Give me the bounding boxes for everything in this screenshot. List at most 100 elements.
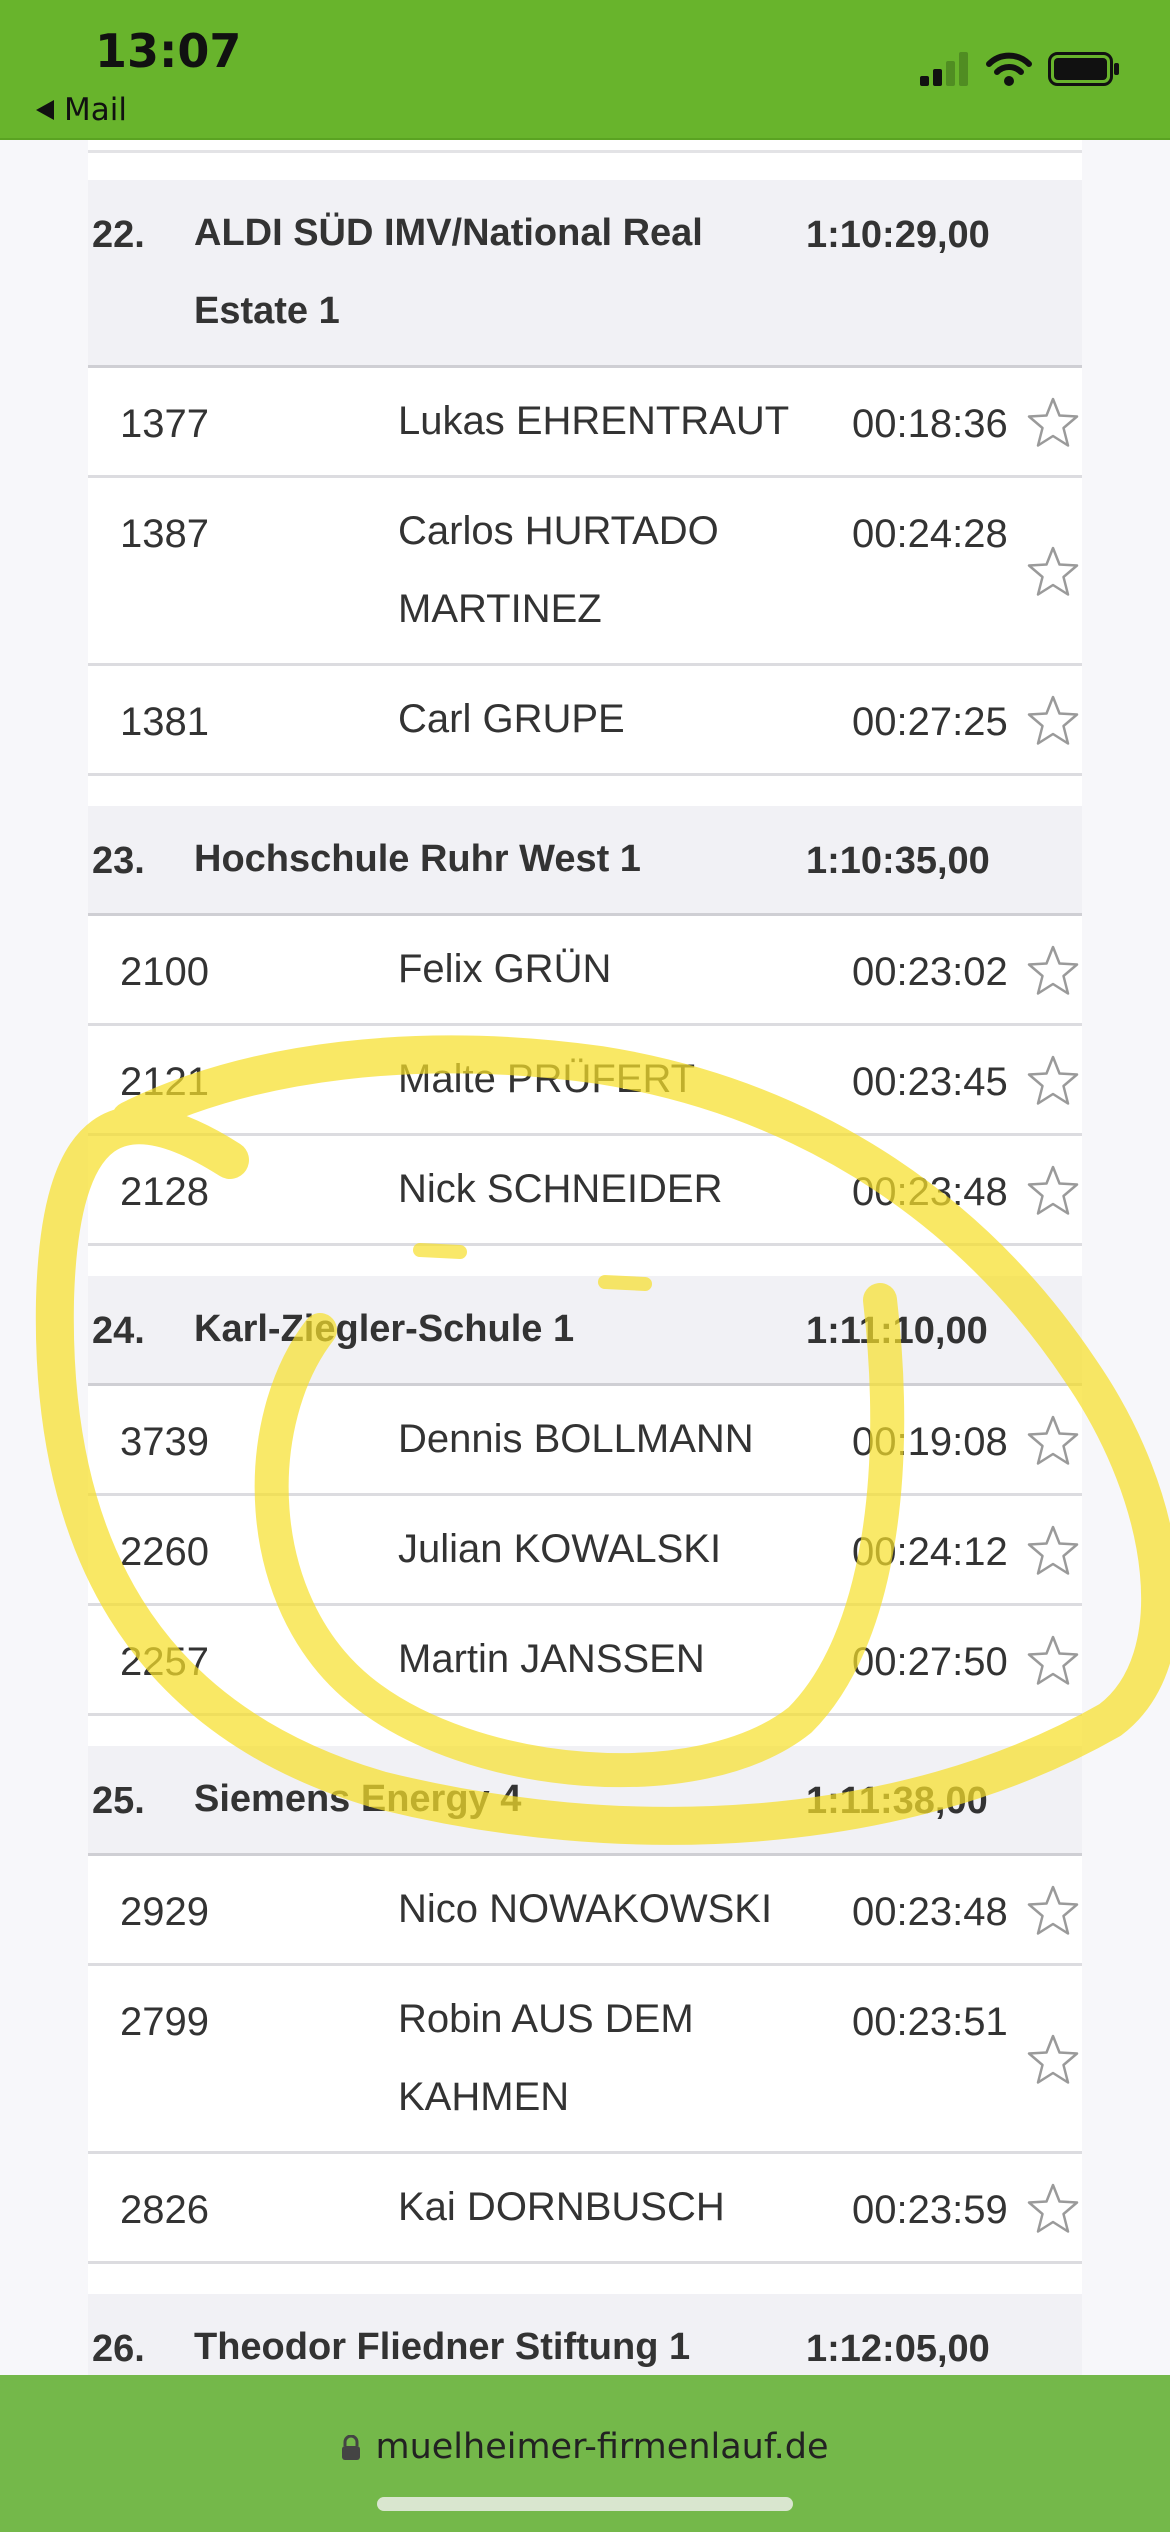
status-icons: [920, 52, 1120, 86]
runner-bib-number: 1387: [120, 512, 209, 556]
team-rank: 22.: [92, 214, 145, 256]
runner-name: Robin AUS DEM KAHMEN: [398, 1997, 694, 2119]
runner-name: Carlos HURTADO MARTINEZ: [398, 509, 719, 631]
team-rank: 24.: [92, 1310, 145, 1352]
runner-time: 00:23:45: [852, 1060, 1008, 1104]
runner-name: Felix GRÜN: [398, 947, 612, 991]
runner-row[interactable]: 1387 Carlos HURTADO MARTINEZ 00:24:28: [88, 478, 1082, 666]
favorite-star-icon[interactable]: [1026, 1524, 1080, 1578]
team-block: 26. Theodor Fliedner Stiftung 1 1:12:05,00: [88, 2294, 1082, 2375]
runner-time: 00:18:36: [852, 402, 1008, 446]
runner-row[interactable]: 2100 Felix GRÜN 00:23:02: [88, 916, 1082, 1026]
team-total-time: 1:11:38,00: [806, 1780, 988, 1822]
team-rank: 23.: [92, 840, 145, 882]
runner-row[interactable]: 2128 Nick SCHNEIDER 00:23:48: [88, 1136, 1082, 1246]
divider: [88, 150, 1082, 153]
team-header[interactable]: 26. Theodor Fliedner Stiftung 1 1:12:05,00: [88, 2294, 1082, 2375]
team-total-time: 1:12:05,00: [806, 2328, 990, 2370]
runner-name: Nico NOWAKOWSKI: [398, 1887, 773, 1931]
favorite-star-icon[interactable]: [1026, 2182, 1080, 2236]
runner-time: 00:23:48: [852, 1170, 1008, 1214]
runner-time: 00:19:08: [852, 1420, 1008, 1464]
battery-icon: [1048, 52, 1119, 86]
runner-bib-number: 2257: [120, 1640, 209, 1684]
runner-time: 00:23:51: [852, 2000, 1008, 2044]
runner-name: Lukas EHRENTRAUT: [398, 399, 790, 443]
team-name: Karl-Ziegler-Schule 1: [194, 1308, 575, 1350]
runner-bib-number: 2826: [120, 2188, 209, 2232]
runner-time: 00:23:02: [852, 950, 1008, 994]
url-text: muelheimer-firmenlauf.de: [375, 2427, 829, 2467]
favorite-star-icon[interactable]: [1026, 1884, 1080, 1938]
wifi-icon: [986, 52, 1032, 86]
team-total-time: 1:10:35,00: [806, 840, 990, 882]
favorite-star-icon[interactable]: [1026, 545, 1080, 599]
back-to-mail-button[interactable]: Mail: [36, 92, 127, 128]
team-total-time: 1:11:10,00: [806, 1310, 988, 1352]
runner-row[interactable]: 1377 Lukas EHRENTRAUT 00:18:36: [88, 368, 1082, 478]
runner-time: 00:27:25: [852, 700, 1008, 744]
runner-name: Kai DORNBUSCH: [398, 2185, 725, 2229]
back-label: Mail: [64, 92, 127, 128]
favorite-star-icon[interactable]: [1026, 1414, 1080, 1468]
home-indicator[interactable]: [377, 2497, 793, 2511]
team-name: ALDI SÜD IMV/National Real Estate 1: [194, 212, 703, 332]
favorite-star-icon[interactable]: [1026, 1054, 1080, 1108]
team-total-time: 1:10:29,00: [806, 214, 990, 256]
runner-bib-number: 2100: [120, 950, 209, 994]
favorite-star-icon[interactable]: [1026, 694, 1080, 748]
runner-row[interactable]: 3739 Dennis BOLLMANN 00:19:08: [88, 1386, 1082, 1496]
team-block: 25. Siemens Energy 4 1:11:38,00 2929 Nico NO…: [88, 1746, 1082, 2264]
team-rank: 26.: [92, 2328, 145, 2370]
runner-name: Martin JANSSEN: [398, 1637, 705, 1681]
runner-bib-number: 2799: [120, 2000, 209, 2044]
back-arrow-icon: [36, 100, 54, 120]
runner-bib-number: 2128: [120, 1170, 209, 1214]
team-block: 23. Hochschule Ruhr West 1 1:10:35,00 2100 F…: [88, 806, 1082, 1246]
cellular-signal-icon: [920, 52, 968, 86]
favorite-star-icon[interactable]: [1026, 396, 1080, 450]
team-name: Hochschule Ruhr West 1: [194, 838, 641, 880]
runner-row[interactable]: 1381 Carl GRUPE 00:27:25: [88, 666, 1082, 776]
runner-bib-number: 3739: [120, 1420, 209, 1464]
status-bar: 13:07 Mail: [0, 0, 1170, 140]
runner-time: 00:23:48: [852, 1890, 1008, 1934]
runner-row[interactable]: 2257 Martin JANSSEN 00:27:50: [88, 1606, 1082, 1716]
runner-name: Carl GRUPE: [398, 697, 625, 741]
runner-row[interactable]: 2260 Julian KOWALSKI 00:24:12: [88, 1496, 1082, 1606]
runner-time: 00:24:12: [852, 1530, 1008, 1574]
team-header[interactable]: 25. Siemens Energy 4 1:11:38,00: [88, 1746, 1082, 1856]
team-rank: 25.: [92, 1780, 145, 1822]
team-header[interactable]: 23. Hochschule Ruhr West 1 1:10:35,00: [88, 806, 1082, 916]
runner-row[interactable]: 2826 Kai DORNBUSCH 00:23:59: [88, 2154, 1082, 2264]
runner-bib-number: 2260: [120, 1530, 209, 1574]
favorite-star-icon[interactable]: [1026, 1634, 1080, 1688]
team-block: 24. Karl-Ziegler-Schule 1 1:11:10,00 3739 De…: [88, 1276, 1082, 1716]
favorite-star-icon[interactable]: [1026, 1164, 1080, 1218]
runner-row[interactable]: 2121 Malte PRÜFERT 00:23:45: [88, 1026, 1082, 1136]
favorite-star-icon[interactable]: [1026, 944, 1080, 998]
team-header[interactable]: 24. Karl-Ziegler-Schule 1 1:11:10,00: [88, 1276, 1082, 1386]
runner-time: 00:27:50: [852, 1640, 1008, 1684]
runner-bib-number: 1377: [120, 402, 209, 446]
team-name: Theodor Fliedner Stiftung 1: [194, 2326, 691, 2368]
runner-row[interactable]: 2929 Nico NOWAKOWSKI 00:23:48: [88, 1856, 1082, 1966]
team-name: Siemens Energy 4: [194, 1778, 522, 1820]
runner-name: Malte PRÜFERT: [398, 1057, 696, 1101]
runner-name: Julian KOWALSKI: [398, 1527, 722, 1571]
team-block: 22. ALDI SÜD IMV/National Real Estate 1 1:…: [88, 180, 1082, 776]
runner-bib-number: 2929: [120, 1890, 209, 1934]
runner-bib-number: 2121: [120, 1060, 209, 1104]
runner-name: Nick SCHNEIDER: [398, 1167, 723, 1211]
runner-name: Dennis BOLLMANN: [398, 1417, 754, 1461]
runner-bib-number: 1381: [120, 700, 209, 744]
runner-row[interactable]: 2799 Robin AUS DEM KAHMEN 00:23:51: [88, 1966, 1082, 2154]
runner-time: 00:23:59: [852, 2188, 1008, 2232]
favorite-star-icon[interactable]: [1026, 2033, 1080, 2087]
results-list[interactable]: 22. ALDI SÜD IMV/National Real Estate 1 1:…: [88, 140, 1082, 2375]
browser-url-bar[interactable]: muelheimer-firmenlauf.de: [0, 2375, 1170, 2532]
runner-time: 00:24:28: [852, 512, 1008, 556]
team-header[interactable]: 22. ALDI SÜD IMV/National Real Estate 1 1:…: [88, 180, 1082, 368]
status-time: 13:07: [95, 24, 242, 78]
url-container[interactable]: muelheimer-firmenlauf.de: [0, 2427, 1170, 2467]
